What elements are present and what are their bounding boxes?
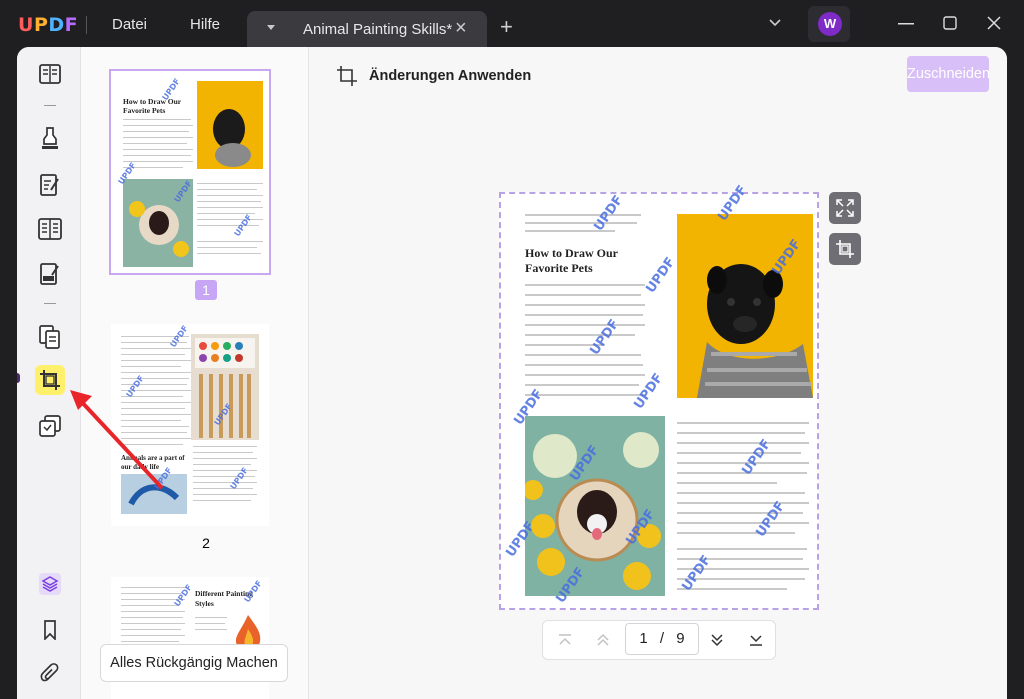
watermark: UPDF: [631, 370, 667, 413]
page-heading-line-1: How to Draw Our: [525, 246, 618, 260]
minimize-icon[interactable]: [898, 22, 914, 26]
page-number-2: 2: [202, 535, 210, 551]
page-heading: How to Draw Our Favorite Pets: [525, 246, 618, 276]
current-page: 1: [639, 630, 648, 647]
tab-dropdown-icon[interactable]: [267, 25, 275, 30]
updf-logo: UPDF: [18, 14, 78, 36]
bookmark-icon[interactable]: [35, 615, 65, 645]
highlighter-icon[interactable]: [35, 123, 65, 153]
next-page-icon[interactable]: [709, 632, 725, 648]
document-tab[interactable]: Animal Painting Skills* ×: [247, 11, 487, 48]
expand-icon: [836, 199, 854, 217]
new-tab-icon[interactable]: +: [500, 14, 513, 40]
document-canvas: Änderungen Anwenden Zuschneiden How to D…: [309, 47, 1007, 699]
previous-page-icon[interactable]: [595, 632, 611, 648]
title-bar: UPDF Datei Hilfe Animal Painting Skills*…: [0, 0, 1024, 48]
logo-letter-u: U: [18, 14, 34, 36]
crop-button[interactable]: Zuschneiden: [907, 56, 990, 92]
thumb2-painting-image: [121, 474, 187, 514]
menu-hilfe[interactable]: Hilfe: [190, 16, 220, 33]
attachment-icon[interactable]: [35, 659, 65, 689]
flower-dog-image: [523, 416, 665, 596]
page-heading-line-2: Favorite Pets: [525, 261, 593, 275]
layers-icon[interactable]: [35, 569, 65, 599]
page-separator: /: [659, 630, 665, 647]
last-page-icon[interactable]: [748, 632, 764, 648]
apply-changes-button[interactable]: Änderungen Anwenden: [337, 65, 531, 87]
avatar: W: [818, 12, 842, 36]
toolbar-divider: [44, 303, 56, 304]
first-page-icon[interactable]: [557, 632, 573, 648]
undo-all-button[interactable]: Alles Rückgängig Machen: [100, 644, 288, 682]
chevron-down-icon[interactable]: [768, 16, 782, 30]
convert-icon[interactable]: [35, 322, 65, 352]
edit-pdf-icon[interactable]: [35, 170, 65, 200]
organize-pages-icon[interactable]: [35, 214, 65, 244]
maximize-icon[interactable]: [943, 16, 957, 30]
menu-datei[interactable]: Datei: [112, 16, 147, 33]
main-window: How to Draw Our Favorite Pets UPDF UPDF …: [17, 47, 1007, 699]
crop-icon[interactable]: [35, 365, 65, 395]
total-pages: 9: [676, 630, 685, 647]
crop-settings-button[interactable]: [829, 233, 861, 265]
watermark: UPDF: [643, 254, 679, 297]
reader-icon[interactable]: [35, 59, 65, 89]
thumb1-heading: How to Draw Our Favorite Pets: [123, 97, 181, 115]
thumb1-dog-image: [197, 81, 263, 169]
thumb2-paint-image: [191, 334, 259, 440]
page-navigator: 1 / 9: [542, 620, 776, 660]
form-icon[interactable]: [35, 259, 65, 289]
apply-changes-label: Änderungen Anwenden: [369, 68, 532, 84]
thumbnail-page-1[interactable]: How to Draw Our Favorite Pets UPDF UPDF …: [109, 69, 271, 275]
tab-title: Animal Painting Skills*: [303, 21, 453, 38]
close-window-icon[interactable]: [987, 16, 1001, 30]
account-button[interactable]: W: [808, 6, 850, 42]
title-separator: [86, 16, 87, 34]
toolbar-collapse-handle[interactable]: [17, 373, 20, 383]
logo-letter-d: D: [48, 14, 65, 36]
page-number-1: 1: [195, 280, 217, 300]
toolbar-divider: [44, 105, 56, 106]
logo-letter-f: F: [64, 14, 79, 36]
logo-letter-p: P: [33, 14, 49, 36]
left-toolbar: [17, 47, 81, 699]
thumbnail-page-2[interactable]: Animals are a part of our daily life UPD…: [111, 324, 269, 526]
page-preview[interactable]: How to Draw Our Favorite Pets UPDF UPDF …: [499, 183, 819, 610]
fit-page-button[interactable]: [829, 192, 861, 224]
crop-apply-icon: [337, 66, 357, 86]
compress-icon[interactable]: [35, 411, 65, 441]
page-indicator[interactable]: 1 / 9: [625, 623, 699, 655]
tab-close-icon[interactable]: ×: [455, 17, 467, 40]
crop-box-icon: [836, 240, 854, 258]
thumb2-heading: Animals are a part of our daily life: [121, 454, 185, 471]
thumbnail-panel: How to Draw Our Favorite Pets UPDF UPDF …: [81, 47, 309, 699]
